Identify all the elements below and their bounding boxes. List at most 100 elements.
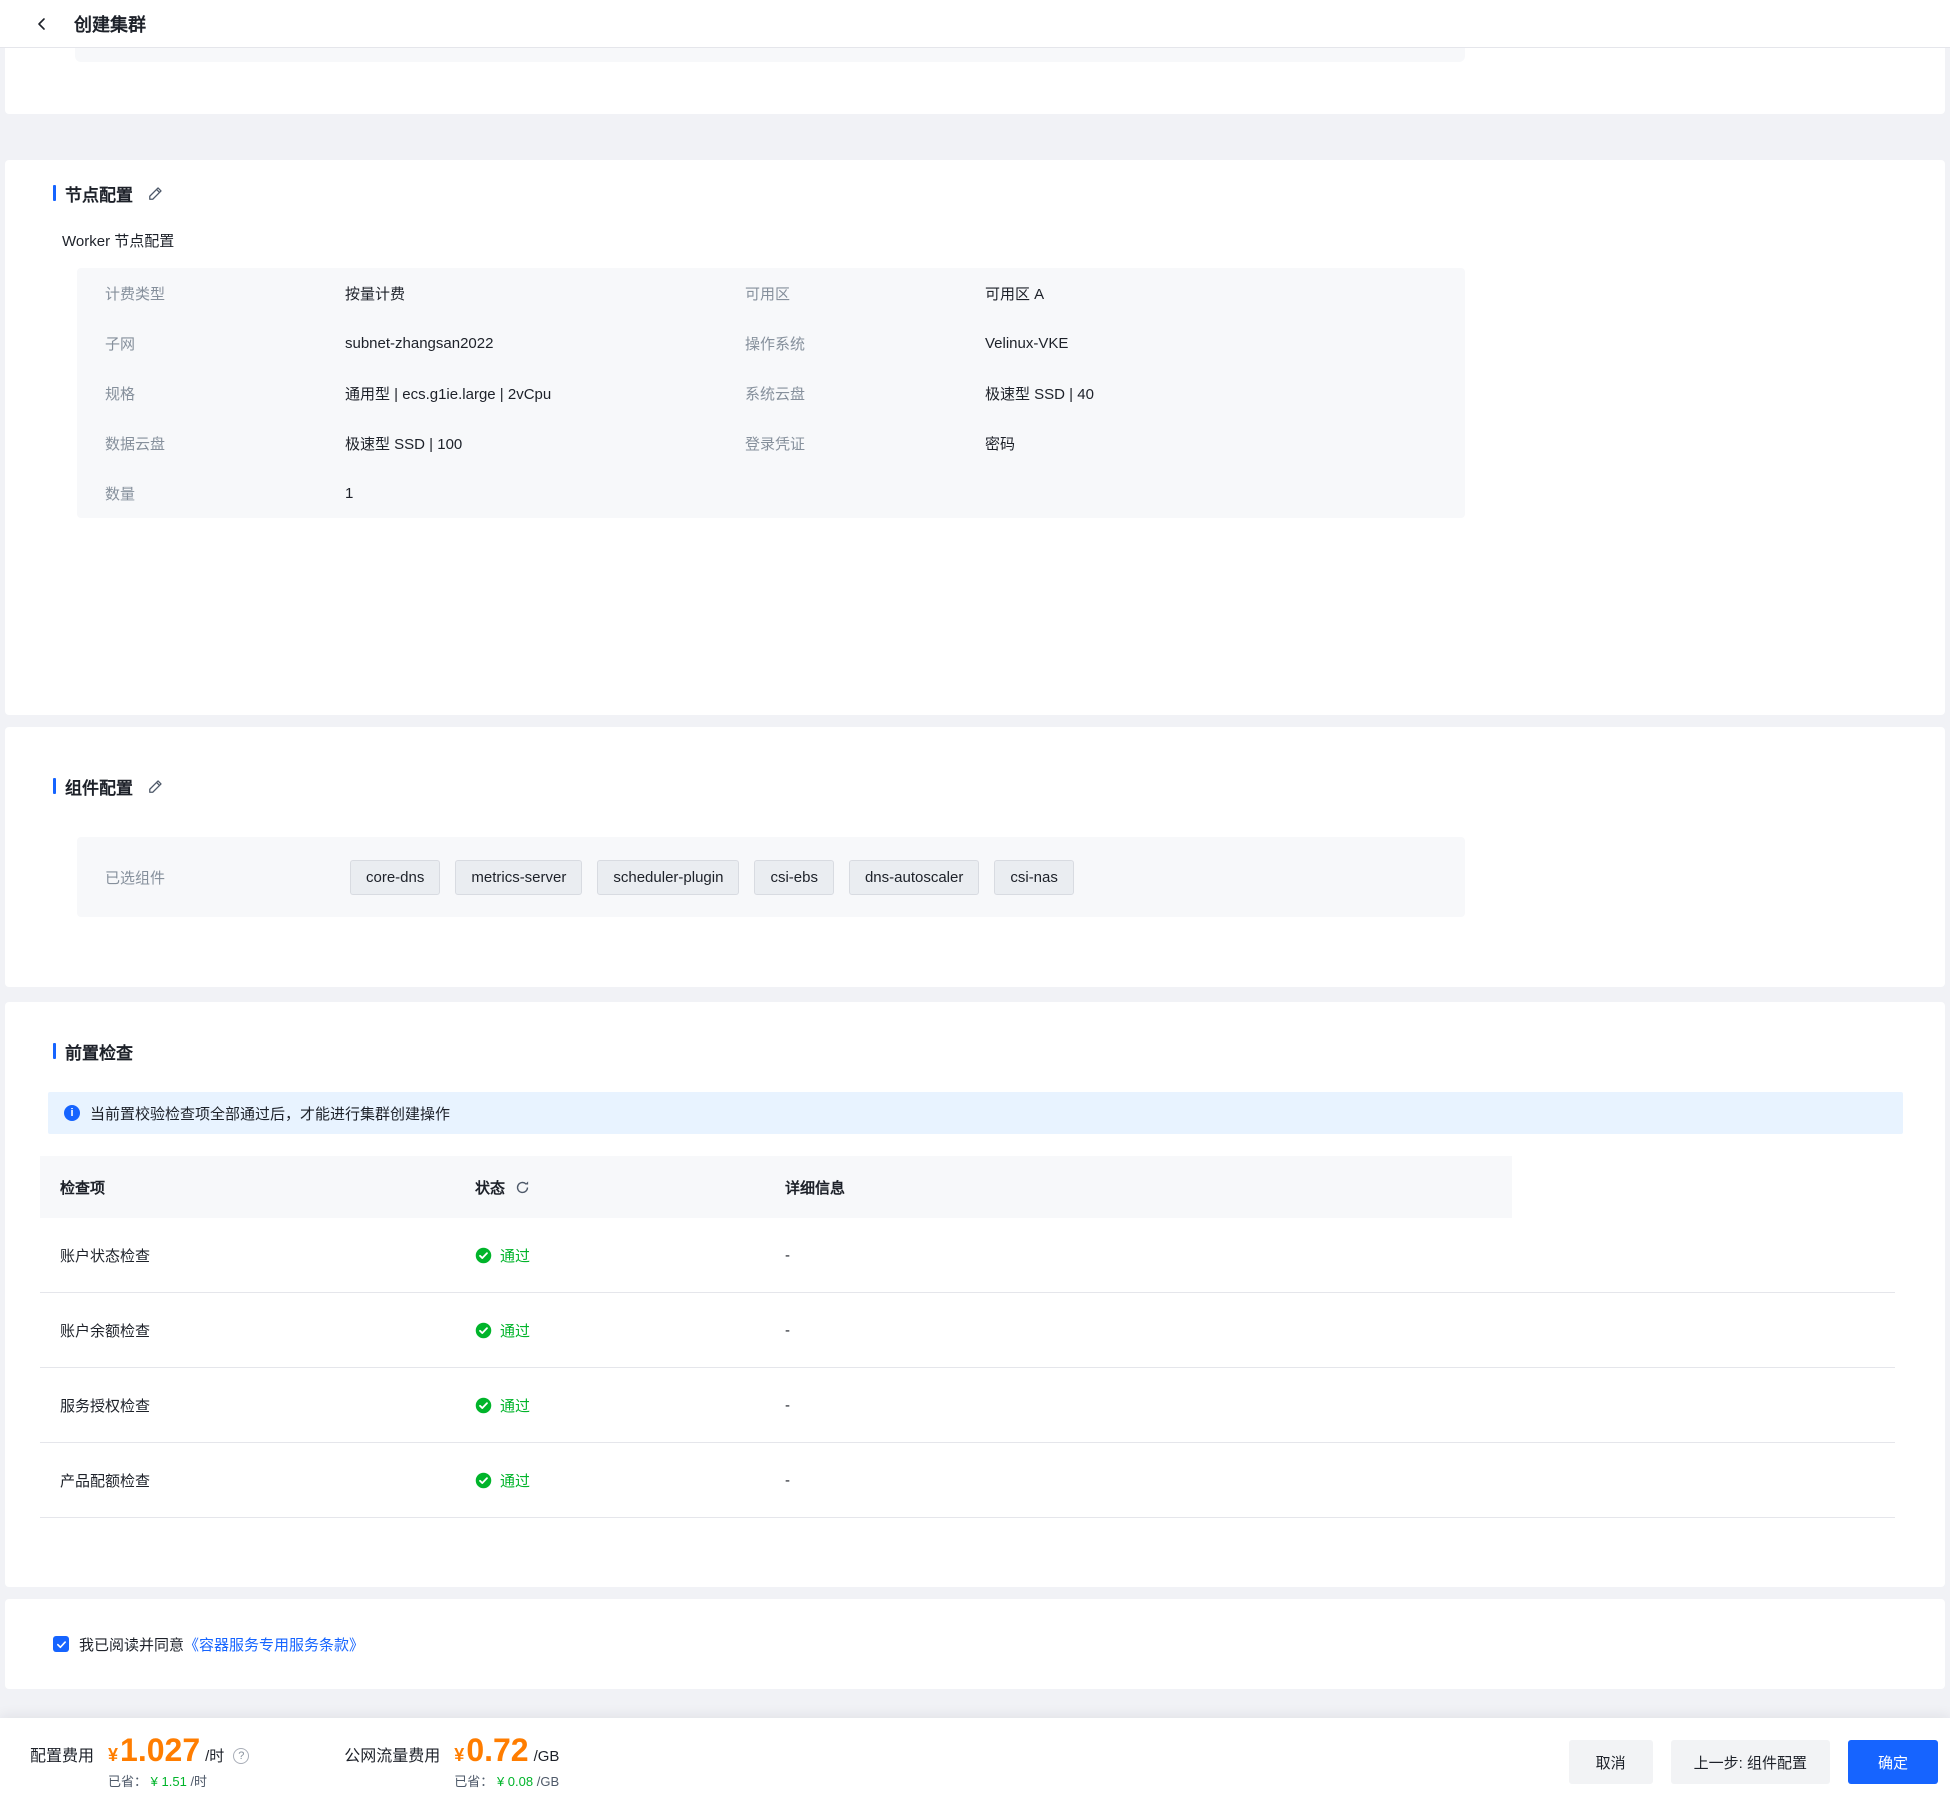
- saved-label: 已省：: [108, 1774, 147, 1789]
- field-value: 按量计费: [345, 268, 745, 318]
- precheck-card: 前置检查 i 当前置校验检查项全部通过后，才能进行集群创建操作 检查项 状态 详…: [5, 1002, 1945, 1587]
- check-circle-icon: [475, 1247, 492, 1264]
- worker-config-grid: 计费类型 按量计费 可用区 可用区 A 子网 subnet-zhangsan20…: [105, 268, 1437, 518]
- component-tag: scheduler-plugin: [597, 860, 739, 895]
- traffic-cost-values: ¥ 0.72 /GB 已省： ¥ 0.08 /GB: [454, 1734, 559, 1790]
- table-row: 产品配额检查 通过 -: [40, 1443, 1895, 1518]
- check-icon: [56, 1639, 67, 1650]
- refresh-status-button[interactable]: [515, 1180, 530, 1195]
- traffic-cost-label: 公网流量费用: [344, 1742, 440, 1766]
- config-saved-line: 已省： ¥ 1.51 /时: [108, 1771, 249, 1790]
- field-value: 极速型 SSD | 40: [985, 368, 1437, 418]
- field-value: subnet-zhangsan2022: [345, 318, 745, 368]
- field-label: 规格: [105, 368, 345, 418]
- back-button[interactable]: [30, 12, 54, 36]
- field-label: 操作系统: [745, 318, 985, 368]
- refresh-icon: [515, 1180, 530, 1195]
- check-detail: -: [765, 1218, 1512, 1292]
- status-badge: 通过: [455, 1218, 765, 1292]
- previous-step-button[interactable]: 上一步: 组件配置: [1671, 1740, 1830, 1784]
- field-value: 通用型 | ecs.g1ie.large | 2vCpu: [345, 368, 745, 418]
- field-label: 可用区: [745, 268, 985, 318]
- check-item-name: 产品配额检查: [40, 1443, 455, 1517]
- saved-label: 已省：: [454, 1774, 493, 1789]
- terms-link[interactable]: 《容器服务专用服务条款》: [184, 1634, 364, 1655]
- column-label: 状态: [475, 1177, 505, 1198]
- previous-card-remnant: [5, 48, 1945, 114]
- check-item-name: 账户状态检查: [40, 1218, 455, 1292]
- config-cost-amount: 1.027: [120, 1734, 200, 1766]
- table-row: 账户状态检查 通过 -: [40, 1218, 1895, 1293]
- component-tag: csi-nas: [994, 860, 1074, 895]
- check-circle-icon: [475, 1322, 492, 1339]
- status-text: 通过: [500, 1245, 530, 1266]
- saved-unit: /GB: [537, 1774, 559, 1789]
- row-filler: [1512, 1218, 1895, 1292]
- component-config-card: 组件配置 已选组件 core-dns metrics-server schedu…: [5, 727, 1945, 987]
- traffic-cost-unit: /GB: [534, 1748, 560, 1765]
- config-cost-label: 配置费用: [30, 1742, 94, 1766]
- section-accent-bar: [53, 1043, 56, 1059]
- traffic-saved-line: 已省： ¥ 0.08 /GB: [454, 1771, 559, 1790]
- component-config-title: 组件配置: [65, 774, 133, 799]
- status-text: 通过: [500, 1470, 530, 1491]
- field-value: 极速型 SSD | 100: [345, 418, 745, 468]
- agreement-checkbox[interactable]: [53, 1636, 69, 1652]
- column-filler: [1512, 1156, 1895, 1218]
- page-title: 创建集群: [74, 11, 146, 37]
- status-badge: 通过: [455, 1368, 765, 1442]
- panel-fragment: [75, 48, 1465, 62]
- node-config-section-head: 节点配置: [53, 182, 1945, 204]
- check-circle-icon: [475, 1472, 492, 1489]
- selected-components-label: 已选组件: [105, 867, 350, 888]
- config-cost-values: ¥ 1.027 /时 ? 已省： ¥ 1.51 /时: [108, 1734, 249, 1790]
- component-tag: dns-autoscaler: [849, 860, 979, 895]
- saved-unit: /时: [190, 1774, 207, 1789]
- cancel-button[interactable]: 取消: [1569, 1740, 1653, 1784]
- component-tag: core-dns: [350, 860, 440, 895]
- currency-symbol: ¥: [454, 1745, 464, 1766]
- traffic-cost-amount: 0.72: [466, 1734, 528, 1766]
- check-detail: -: [765, 1293, 1512, 1367]
- precheck-section-head: 前置检查: [53, 1040, 1945, 1062]
- row-filler: [1512, 1368, 1895, 1442]
- saved-amount: ¥ 0.08: [497, 1774, 533, 1789]
- precheck-table: 检查项 状态 详细信息 账户状态检查 通过: [40, 1156, 1895, 1518]
- confirm-button[interactable]: 确定: [1848, 1740, 1938, 1784]
- field-value: Velinux-VKE: [985, 318, 1437, 368]
- config-cost-line: ¥ 1.027 /时 ?: [108, 1734, 249, 1766]
- column-label: 详细信息: [785, 1177, 845, 1198]
- field-label: 数量: [105, 468, 345, 518]
- check-detail: -: [765, 1443, 1512, 1517]
- traffic-cost-block: 公网流量费用 ¥ 0.72 /GB 已省： ¥ 0.08 /GB: [344, 1734, 559, 1790]
- column-check-item: 检查项: [40, 1156, 455, 1218]
- field-value: 可用区 A: [985, 268, 1437, 318]
- component-tag: csi-ebs: [754, 860, 834, 895]
- help-icon[interactable]: ?: [233, 1748, 249, 1764]
- component-tag: metrics-server: [455, 860, 582, 895]
- edit-icon: [147, 185, 164, 202]
- bottom-action-bar: 配置费用 ¥ 1.027 /时 ? 已省： ¥ 1.51 /时 公网流量费用 ¥…: [0, 1718, 1950, 1806]
- section-accent-bar: [53, 185, 56, 201]
- edit-component-config-button[interactable]: [147, 778, 164, 795]
- agreement-text: 我已阅读并同意: [79, 1634, 184, 1655]
- chevron-left-icon: [34, 16, 50, 32]
- check-detail: -: [765, 1368, 1512, 1442]
- component-tag-list: core-dns metrics-server scheduler-plugin…: [350, 860, 1074, 895]
- info-banner: i 当前置校验检查项全部通过后，才能进行集群创建操作: [48, 1092, 1903, 1134]
- column-label: 检查项: [60, 1177, 105, 1198]
- node-config-title: 节点配置: [65, 181, 133, 206]
- field-label: 系统云盘: [745, 368, 985, 418]
- page-header: 创建集群: [0, 0, 1950, 48]
- info-icon: i: [64, 1105, 80, 1121]
- check-item-name: 服务授权检查: [40, 1368, 455, 1442]
- edit-node-config-button[interactable]: [147, 185, 164, 202]
- currency-symbol: ¥: [108, 1745, 118, 1766]
- row-filler: [1512, 1443, 1895, 1517]
- section-accent-bar: [53, 778, 56, 794]
- info-banner-text: 当前置校验检查项全部通过后，才能进行集群创建操作: [90, 1103, 450, 1124]
- precheck-table-header: 检查项 状态 详细信息: [40, 1156, 1895, 1218]
- column-details: 详细信息: [765, 1156, 1512, 1218]
- field-label: 登录凭证: [745, 418, 985, 468]
- status-badge: 通过: [455, 1293, 765, 1367]
